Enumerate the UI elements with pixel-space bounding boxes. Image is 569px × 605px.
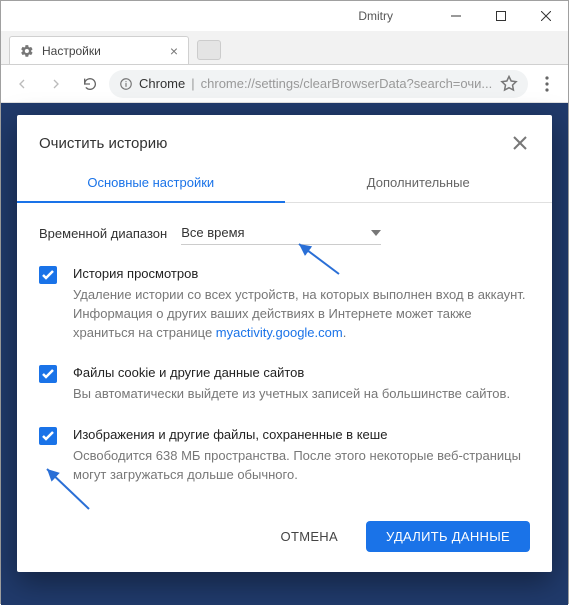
bookmark-star-icon[interactable]: [500, 75, 518, 93]
dialog-tabs: Основные настройки Дополнительные: [17, 163, 552, 203]
window-close-button[interactable]: [523, 1, 568, 31]
time-range-value: Все время: [181, 225, 244, 240]
option-title: Файлы cookie и другие данные сайтов: [73, 364, 510, 383]
dialog-close-button[interactable]: [510, 133, 530, 153]
browser-toolbar: Chrome | chrome://settings/clearBrowserD…: [1, 65, 568, 103]
address-bar[interactable]: Chrome | chrome://settings/clearBrowserD…: [109, 70, 528, 98]
checkbox-cookies[interactable]: [39, 365, 57, 383]
browser-tab-title: Настройки: [42, 44, 101, 58]
settings-page-backdrop: Очистить историю Основные настройки Допо…: [1, 103, 568, 605]
clear-browsing-data-dialog: Очистить историю Основные настройки Допо…: [17, 115, 552, 572]
browser-tabstrip: Настройки ×: [1, 31, 568, 65]
option-cached-images: Изображения и другие файлы, сохраненные …: [39, 426, 530, 485]
window-username: Dmitry: [358, 9, 393, 23]
browser-menu-button[interactable]: [532, 69, 562, 99]
clear-data-button[interactable]: УДАЛИТЬ ДАННЫЕ: [366, 521, 530, 552]
address-scheme: Chrome: [139, 76, 185, 91]
option-description: Удаление истории со всех устройств, на к…: [73, 286, 530, 343]
dialog-title: Очистить историю: [39, 135, 167, 152]
myactivity-link[interactable]: myactivity.google.com: [216, 325, 343, 340]
tab-basic[interactable]: Основные настройки: [17, 163, 285, 202]
time-range-select[interactable]: Все время: [181, 221, 381, 245]
site-info-icon: [119, 77, 133, 91]
forward-button[interactable]: [41, 69, 71, 99]
checkbox-browsing-history[interactable]: [39, 266, 57, 284]
option-description: Освободится 638 МБ пространства. После э…: [73, 447, 530, 485]
chevron-down-icon: [371, 230, 381, 236]
reload-button[interactable]: [75, 69, 105, 99]
tab-close-icon[interactable]: ×: [170, 43, 178, 59]
window-minimize-button[interactable]: [433, 1, 478, 31]
option-title: История просмотров: [73, 265, 530, 284]
tab-advanced[interactable]: Дополнительные: [285, 163, 553, 202]
option-browsing-history: История просмотров Удаление истории со в…: [39, 265, 530, 342]
option-title: Изображения и другие файлы, сохраненные …: [73, 426, 530, 445]
window-titlebar: Dmitry: [1, 1, 568, 31]
option-description: Вы автоматически выйдете из учетных запи…: [73, 385, 510, 404]
gear-icon: [20, 44, 34, 58]
window-maximize-button[interactable]: [478, 1, 523, 31]
browser-tab[interactable]: Настройки ×: [9, 36, 189, 64]
back-button[interactable]: [7, 69, 37, 99]
checkbox-cached-images[interactable]: [39, 427, 57, 445]
time-range-label: Временной диапазон: [39, 226, 167, 241]
cancel-button[interactable]: ОТМЕНА: [261, 521, 358, 552]
address-url: chrome://settings/clearBrowserData?searc…: [201, 76, 494, 91]
option-cookies: Файлы cookie и другие данные сайтов Вы а…: [39, 364, 530, 404]
new-tab-button[interactable]: [197, 40, 221, 60]
